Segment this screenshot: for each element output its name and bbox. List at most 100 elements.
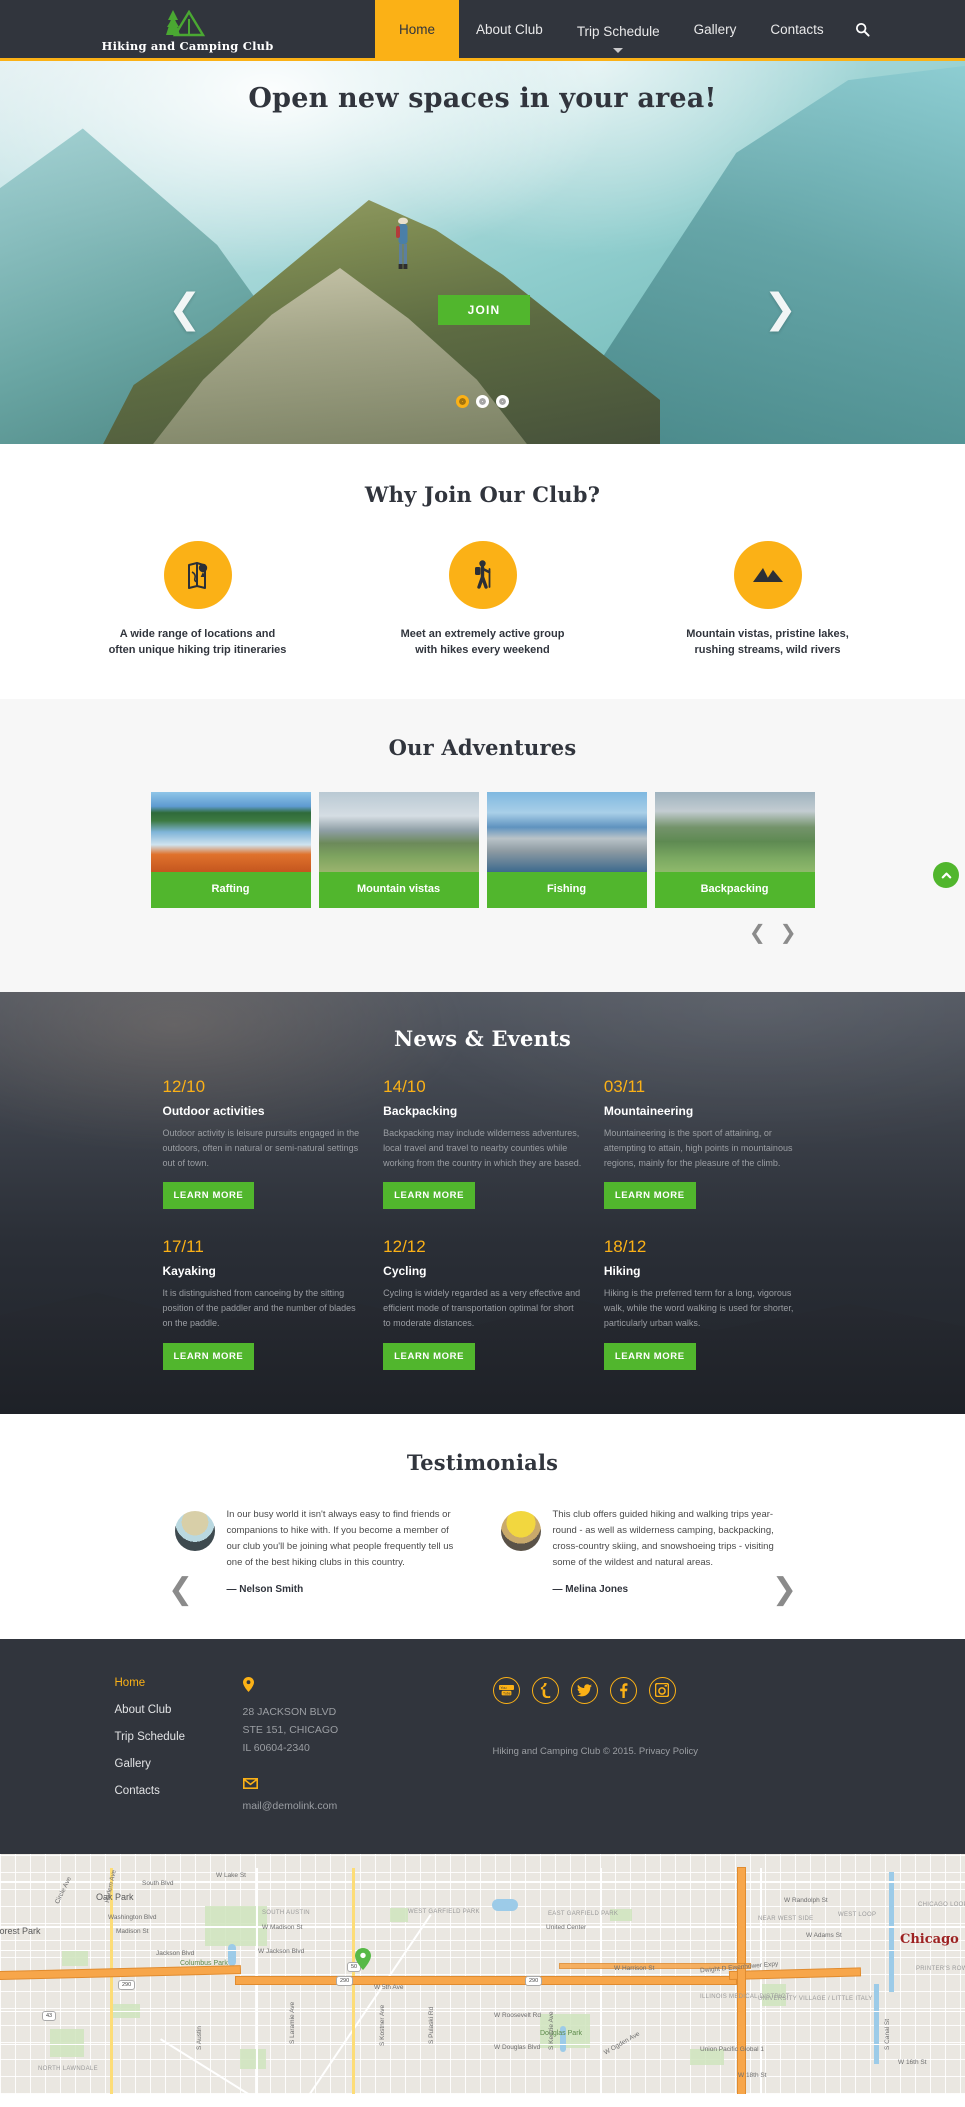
news-events-title: News & Events (394, 1025, 571, 1051)
address-line-1: 28 JACKSON BLVD (242, 1705, 337, 1718)
brand[interactable]: Hiking and Camping Club (0, 0, 375, 58)
footer-link-home[interactable]: Home (115, 1677, 243, 1689)
map-district-label: SOUTH AUSTIN (262, 1909, 310, 1916)
map-street-label: S Canal St (884, 2018, 891, 2050)
map-street-label: W Adams St (806, 1931, 842, 1939)
adventures-prev-arrow[interactable]: ❮ (749, 922, 766, 942)
footer-nav: Home About Club Trip Schedule Gallery Co… (103, 1677, 243, 1812)
map-poi-label: Union Pacific Global 1 (700, 2045, 764, 2053)
news-heading: Outdoor activities (162, 1103, 265, 1118)
map-marker-icon[interactable] (355, 1947, 371, 1970)
learn-more-button[interactable]: LEARN MORE (162, 1342, 255, 1370)
footer-email-link[interactable]: mail@demolink.com (243, 1800, 493, 1812)
testimonial-author: — Melina Jones (552, 1583, 629, 1595)
adventure-image-mountain-vistas (318, 791, 479, 872)
social-instagram[interactable] (648, 1676, 676, 1704)
news-item: 12/12 Cycling Cycling is widely regarded… (383, 1237, 582, 1370)
map-park-area (240, 2048, 266, 2069)
adventure-card[interactable]: Fishing (486, 791, 647, 908)
learn-more-button[interactable]: LEARN MORE (603, 1182, 696, 1210)
news-date: 12/12 (383, 1237, 426, 1257)
adventure-label: Mountain vistas (318, 871, 479, 908)
search-button[interactable] (841, 0, 884, 58)
map-district-label: EAST GARFIELD PARK (548, 1910, 619, 1917)
testimonials-list: In our busy world it isn't always easy t… (163, 1507, 803, 1595)
feature-active-group: Meet an extremely active group with hike… (390, 541, 575, 659)
svg-text:You: You (500, 1686, 506, 1690)
feature-text: A wide range of locations and often uniq… (108, 628, 287, 656)
scroll-to-top-button[interactable] (933, 862, 959, 888)
adventure-card[interactable]: Backpacking (654, 791, 815, 908)
map-street-label: W Harrison St (614, 1964, 655, 1972)
hero-dots (0, 395, 965, 408)
nav-item-contacts[interactable]: Contacts (753, 0, 840, 58)
testimonial-item: This club offers guided hiking and walki… (500, 1507, 791, 1595)
tent-and-tree-icon (165, 9, 205, 36)
adventure-card[interactable]: Mountain vistas (318, 791, 479, 908)
facebook-icon (619, 1682, 627, 1698)
nav-item-gallery[interactable]: Gallery (677, 0, 754, 58)
nav-item-trip-schedule[interactable]: Trip Schedule (560, 0, 677, 58)
nav-item-trip-schedule-label: Trip Schedule (576, 24, 660, 39)
instagram-icon (655, 1683, 669, 1697)
map-water (874, 1983, 879, 2064)
map-street-label: Washington Blvd (108, 1913, 157, 1921)
learn-more-button[interactable]: LEARN MORE (603, 1342, 696, 1370)
social-youtube[interactable]: You Tube (492, 1676, 520, 1704)
map-road (0, 2043, 965, 2046)
join-button[interactable]: JOIN (438, 295, 530, 325)
twitter-icon (576, 1683, 592, 1696)
hero-prev-arrow[interactable]: ❮ (168, 289, 202, 329)
testimonials-next-arrow[interactable]: ❯ (772, 1572, 797, 1607)
social-facebook[interactable] (609, 1676, 637, 1704)
social-links: You Tube (492, 1676, 863, 1704)
nav-item-about-club[interactable]: About Club (459, 0, 560, 58)
map-street-label: W Lake St (216, 1871, 246, 1879)
testimonial-item: In our busy world it isn't always easy t… (174, 1507, 465, 1595)
hero-dot-1[interactable] (456, 395, 469, 408)
footer-link-gallery[interactable]: Gallery (115, 1758, 243, 1770)
footer-link-about-club[interactable]: About Club (115, 1704, 243, 1716)
map-poi-label: United Center (546, 1923, 587, 1931)
hero-dot-3[interactable] (496, 395, 509, 408)
testimonials-prev-arrow[interactable]: ❮ (168, 1572, 193, 1607)
news-date: 03/11 (603, 1076, 646, 1096)
social-twitter[interactable] (570, 1676, 598, 1704)
learn-more-button[interactable]: LEARN MORE (162, 1182, 255, 1210)
mountains-icon (752, 568, 783, 582)
contact-map[interactable]: 290 290 290 43 50 Oak Park Forest Park C… (0, 1853, 965, 2094)
avatar (500, 1510, 541, 1551)
hero-next-arrow[interactable]: ❯ (763, 289, 797, 329)
map-shield: 290 (525, 1975, 543, 1986)
copyright-text: Hiking and Camping Club © 2015. Privacy … (492, 1745, 699, 1757)
news-item: 18/12 Hiking Hiking is the preferred ter… (603, 1237, 803, 1370)
map-water (228, 1943, 236, 1966)
map-district-label: CHICAGO LOOP (918, 1901, 965, 1908)
footer-link-contacts[interactable]: Contacts (115, 1785, 243, 1797)
map-street-label: W Randolph St (784, 1896, 828, 1904)
map-district-label: NEAR WEST SIDE (758, 1915, 814, 1922)
footer-contacts: 28 JACKSON BLVD STE 151, CHICAGO IL 6060… (242, 1676, 493, 1812)
adventures-next-arrow[interactable]: ❯ (780, 922, 797, 942)
testimonial-text: In our busy world it isn't always easy t… (226, 1508, 454, 1569)
news-body: Hiking is the preferred term for a long,… (603, 1288, 794, 1329)
address-line-2: STE 151, CHICAGO (242, 1723, 339, 1736)
nav-item-home[interactable]: Home (375, 0, 460, 58)
adventure-label: Backpacking (654, 871, 815, 908)
adventures-title: Our Adventures (388, 734, 577, 760)
map-park-area (390, 1907, 408, 1922)
news-body: Outdoor activity is leisure pursuits eng… (162, 1127, 360, 1168)
hero-dot-2[interactable] (476, 395, 489, 408)
feature-icon-circle (163, 541, 232, 609)
learn-more-button[interactable]: LEARN MORE (383, 1342, 476, 1370)
tumblr-icon (540, 1682, 550, 1698)
footer-link-trip-schedule[interactable]: Trip Schedule (115, 1731, 243, 1743)
youtube-icon: You Tube (498, 1684, 514, 1695)
adventure-card[interactable]: Rafting (150, 791, 311, 908)
news-heading: Mountaineering (603, 1103, 694, 1118)
map-street-label: S Kedzie Ave (548, 2011, 555, 2050)
hero-slider: Open new spaces in your area! JOIN ❮ ❯ (0, 61, 965, 444)
news-body: Mountaineering is the sport of attaining… (603, 1127, 793, 1168)
learn-more-button[interactable]: LEARN MORE (383, 1182, 476, 1210)
social-tumblr[interactable] (531, 1676, 559, 1704)
